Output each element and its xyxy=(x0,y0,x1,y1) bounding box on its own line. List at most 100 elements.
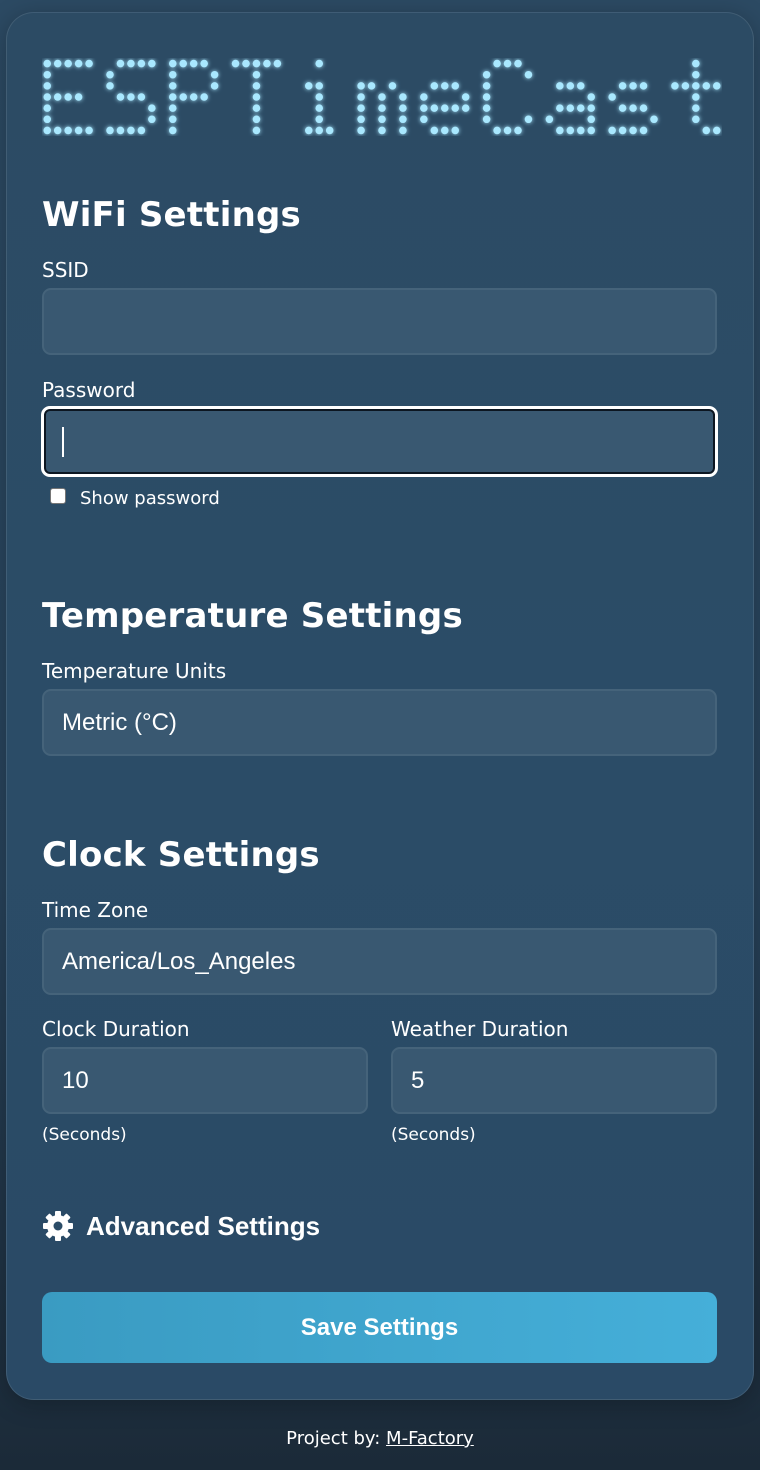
logo-dot xyxy=(148,104,156,112)
logo-dot xyxy=(179,93,187,101)
logo-dot xyxy=(671,82,679,90)
logo-dot xyxy=(169,93,177,101)
logo-dot xyxy=(252,93,261,101)
logo-dot xyxy=(482,70,491,79)
logo-dot xyxy=(378,126,386,135)
logo-dot xyxy=(482,93,491,101)
logo-dot xyxy=(315,126,323,135)
logo-dot xyxy=(451,104,459,112)
logo-dot xyxy=(692,82,700,90)
logo-dot xyxy=(273,59,282,68)
clock-duration-label: Clock Duration xyxy=(42,1017,190,1041)
logo-dot xyxy=(692,115,700,124)
logo-dot xyxy=(441,82,449,90)
logo-dot xyxy=(482,82,491,90)
footer: Project by: M-Factory xyxy=(0,1428,760,1449)
m-factory-link[interactable]: M-Factory xyxy=(386,1428,474,1449)
logo-dot xyxy=(399,104,407,112)
logo-dot xyxy=(420,104,428,112)
logo-dot xyxy=(169,126,177,135)
logo-dot xyxy=(441,126,449,135)
logo-dot xyxy=(252,115,261,124)
logo-dot xyxy=(200,93,208,101)
footer-prefix: Project by: xyxy=(286,1428,387,1449)
ssid-input[interactable] xyxy=(42,288,717,355)
logo-dot xyxy=(315,104,323,112)
logo-dot xyxy=(566,104,575,112)
logo-dot xyxy=(263,59,271,68)
logo-dot xyxy=(420,115,428,124)
time-zone-select[interactable]: America/Los_Angeles xyxy=(42,928,717,995)
show-password-checkbox[interactable] xyxy=(50,488,66,504)
clock-duration-hint: (Seconds) xyxy=(42,1125,127,1145)
logo-dot xyxy=(148,115,156,124)
logo-dot xyxy=(137,59,146,68)
logo-dot xyxy=(305,126,313,135)
logo-dot xyxy=(325,126,334,135)
logo-dot xyxy=(713,126,721,135)
logo-dot xyxy=(106,70,114,79)
logo-dot xyxy=(639,82,648,90)
logo-dot xyxy=(378,115,386,124)
logo-dot xyxy=(503,59,512,68)
logo-dot xyxy=(43,70,51,79)
gear-icon xyxy=(43,1211,73,1241)
logo-dot xyxy=(692,104,700,112)
ssid-label: SSID xyxy=(42,258,89,282)
logo-dot xyxy=(556,126,564,135)
save-settings-button[interactable]: Save Settings xyxy=(42,1292,717,1363)
logo-dot xyxy=(169,59,177,68)
clock-duration-input[interactable]: 10 xyxy=(42,1047,368,1114)
logo-dot xyxy=(210,82,219,90)
logo-dot xyxy=(116,126,125,135)
logo-dot xyxy=(357,115,365,124)
logo-dot xyxy=(43,93,51,101)
espTimeCast-logo xyxy=(42,58,722,136)
logo-dot xyxy=(388,82,397,90)
logo-dot xyxy=(242,59,250,68)
logo-dot xyxy=(587,93,595,101)
logo-dot xyxy=(482,104,491,112)
logo-dot xyxy=(169,82,177,90)
temperature-units-select[interactable]: Metric (°C) xyxy=(42,689,717,756)
logo-dot xyxy=(493,126,501,135)
logo-dot xyxy=(577,104,585,112)
logo-dot xyxy=(252,70,261,79)
password-label: Password xyxy=(42,378,136,402)
logo-dot xyxy=(127,93,135,101)
logo-dot xyxy=(587,104,595,112)
logo-dot xyxy=(493,59,501,68)
show-password-label[interactable]: Show password xyxy=(80,488,220,509)
logo-dot xyxy=(441,104,449,112)
logo-dot xyxy=(74,59,83,68)
text-caret xyxy=(62,426,64,457)
logo-dot xyxy=(106,82,114,90)
logo-dot xyxy=(315,93,323,101)
logo-dot xyxy=(127,126,135,135)
logo-dot xyxy=(556,104,564,112)
weather-duration-input[interactable]: 5 xyxy=(391,1047,717,1114)
logo-dot xyxy=(169,115,177,124)
logo-dot xyxy=(200,59,208,68)
logo-dot xyxy=(399,93,407,101)
wifi-settings-title: WiFi Settings xyxy=(42,195,301,235)
password-input[interactable] xyxy=(41,406,718,477)
logo-dot xyxy=(587,115,595,124)
logo-dot xyxy=(74,93,83,101)
logo-dot xyxy=(315,59,323,68)
logo-dot xyxy=(85,59,93,68)
advanced-settings-toggle[interactable]: Advanced Settings xyxy=(42,1210,320,1242)
logo-dot xyxy=(252,59,261,68)
logo-dot xyxy=(482,115,491,124)
logo-dot xyxy=(650,115,658,124)
dot-matrix-logo xyxy=(43,59,721,135)
logo-dot xyxy=(545,115,554,124)
logo-dot xyxy=(127,59,135,68)
logo-dot xyxy=(53,93,62,101)
weather-duration-label: Weather Duration xyxy=(391,1017,569,1041)
logo-dot xyxy=(420,93,428,101)
temperature-settings-title: Temperature Settings xyxy=(42,596,463,636)
logo-dot xyxy=(451,126,459,135)
logo-dot xyxy=(43,59,51,68)
logo-dot xyxy=(305,82,313,90)
